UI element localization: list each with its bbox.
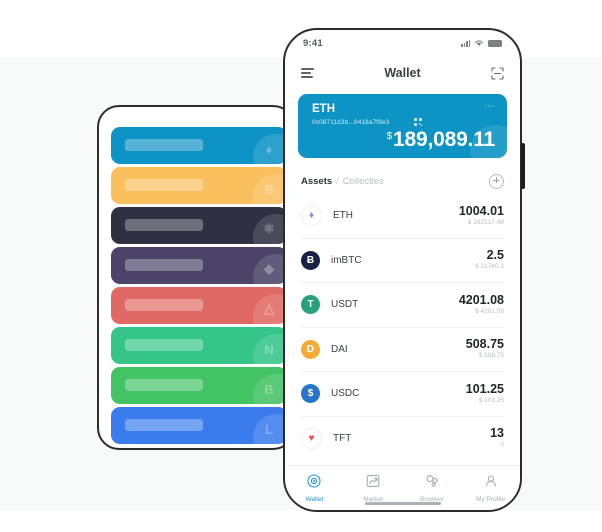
tft-token-icon: ♥ [301, 427, 322, 449]
asset-amounts: 13 0 [490, 426, 504, 450]
placeholder-card[interactable]: ♦ [111, 127, 287, 164]
placeholder-bar [125, 379, 203, 391]
asset-amount: 2.5 [486, 248, 504, 263]
phone-side-button[interactable] [521, 143, 525, 189]
status-time: 9:41 [303, 37, 323, 49]
asset-row[interactable]: ɃimBTC 2.5 $ 21760.1 [301, 239, 504, 283]
asset-fiat-value: $ 162517.48 [467, 218, 504, 226]
asset-amounts: 4201.08 $ 4201.08 [459, 293, 504, 317]
placeholder-bar [125, 179, 203, 191]
asset-fiat-value: $ 101.25 [478, 396, 504, 404]
card-symbol: ETH [312, 103, 335, 115]
card-token-watermark-icon: L [253, 414, 287, 444]
usdt-token-icon: T [301, 295, 320, 315]
placeholder-bar [125, 219, 203, 231]
signal-bars-icon [461, 39, 470, 47]
asset-fiat-value: $ 508.75 [478, 352, 504, 360]
add-asset-icon[interactable] [489, 173, 504, 189]
asset-amount: 4201.08 [458, 292, 504, 307]
battery-icon [488, 39, 502, 47]
nav-header: Wallet [285, 56, 520, 90]
asset-amount: 1004.01 [458, 203, 504, 218]
wallet-icon [307, 473, 321, 493]
asset-list: ♦ ETH 1004.01 $ 162517.48 ɃimBTC 2.5 $ 21760.1… [285, 194, 520, 460]
currency-symbol: $ [386, 131, 393, 142]
profile-icon [484, 474, 498, 493]
placeholder-card[interactable]: B [111, 367, 287, 404]
card-token-watermark-icon: B [253, 174, 287, 204]
card-wallet-address: 0x08711d3b...8418a7f8e3 [312, 119, 390, 126]
asset-name: imBTC [331, 254, 362, 266]
tab-separator: / [336, 176, 339, 186]
eth-token-icon: ♦ [301, 205, 322, 227]
status-icons [461, 39, 502, 47]
placeholder-bar [125, 259, 203, 271]
tab-assets[interactable]: Assets [301, 176, 332, 187]
asset-name: TFT [333, 432, 352, 444]
asset-amount: 508.75 [465, 337, 504, 352]
asset-amounts: 101.25 $ 101.25 [466, 382, 504, 406]
asset-name: DAI [331, 343, 348, 355]
scan-qr-icon[interactable] [491, 66, 504, 80]
placeholder-card[interactable]: B [111, 167, 287, 204]
asset-name: USDT [331, 299, 359, 311]
more-options-icon[interactable]: ⋯ [484, 102, 495, 112]
dai-token-icon: D [301, 339, 320, 359]
eth-balance-card[interactable]: ETH 0x08711d3b...8418a7f8e3 ⋯ $189,089.1… [298, 94, 507, 158]
card-token-watermark-icon: ◆ [253, 254, 287, 284]
asset-amount: 13 [490, 426, 504, 441]
imbtc-token-icon: Ƀ [301, 250, 320, 270]
asset-name: USDC [331, 388, 360, 400]
placeholder-card[interactable]: N [111, 327, 287, 364]
tab-label: My Profile [476, 495, 506, 503]
assets-toolbar: Assets / Collectles [285, 168, 520, 194]
home-indicator [364, 501, 441, 505]
wifi-icon [475, 40, 483, 46]
card-token-watermark-icon: N [253, 334, 287, 364]
asset-name: ETH [333, 210, 353, 222]
placeholder-card-deck: ♦ B ⚛ ◆ △ N B L [97, 105, 295, 450]
asset-fiat-value: $ 21760.1 [475, 263, 504, 271]
tab-my-profile[interactable]: My Profile [461, 466, 520, 510]
card-token-watermark-icon: ♦ [253, 134, 287, 164]
asset-fiat-value: $ 4201.08 [475, 307, 504, 315]
market-icon [366, 474, 380, 493]
page-title: Wallet [384, 66, 421, 80]
asset-amounts: 1004.01 $ 162517.48 [459, 204, 504, 228]
tab-wallet[interactable]: Wallet [285, 466, 344, 510]
qr-copy-icon[interactable] [414, 118, 422, 126]
card-token-watermark-icon: B [253, 374, 287, 404]
usdc-token-icon: $ [301, 384, 320, 404]
placeholder-bar [125, 419, 203, 431]
asset-fiat-value: 0 [500, 441, 504, 449]
hamburger-menu-icon[interactable] [301, 68, 314, 78]
balance-value: 189,089.11 [393, 128, 495, 151]
placeholder-bar [125, 299, 203, 311]
asset-row[interactable]: ♥ TFT 13 0 [301, 417, 504, 461]
tab-label: Wallet [305, 495, 324, 503]
wallet-app-mockup: ♦ B ⚛ ◆ △ N B L 9:41 Wallet ETH 0x08711d… [0, 0, 602, 532]
asset-row[interactable]: D DAI 508.75 $ 508.75 [301, 328, 504, 372]
asset-amount: 101.25 [465, 381, 504, 396]
tab-collectibles[interactable]: Collectles [343, 176, 384, 187]
placeholder-card[interactable]: L [111, 407, 287, 444]
asset-amounts: 2.5 $ 21760.1 [475, 248, 504, 272]
card-token-watermark-icon: ⚛ [253, 214, 287, 244]
placeholder-bar [125, 339, 203, 351]
browser-icon [425, 474, 439, 493]
placeholder-card[interactable]: ⚛ [111, 207, 287, 244]
asset-row[interactable]: T USDT 4201.08 $ 4201.08 [301, 283, 504, 328]
placeholder-bar [125, 139, 203, 151]
asset-amounts: 508.75 $ 508.75 [466, 337, 504, 361]
asset-row[interactable]: $ USDC 101.25 $ 101.25 [301, 372, 504, 417]
asset-row[interactable]: ♦ ETH 1004.01 $ 162517.48 [301, 194, 504, 239]
card-balance: $189,089.11 [386, 128, 496, 152]
status-bar: 9:41 [285, 30, 520, 56]
phone-frame: 9:41 Wallet ETH 0x08711d3b...8418a7f8e3 … [283, 28, 522, 512]
placeholder-card[interactable]: ◆ [111, 247, 287, 284]
card-token-watermark-icon: △ [253, 294, 287, 324]
placeholder-card[interactable]: △ [111, 287, 287, 324]
